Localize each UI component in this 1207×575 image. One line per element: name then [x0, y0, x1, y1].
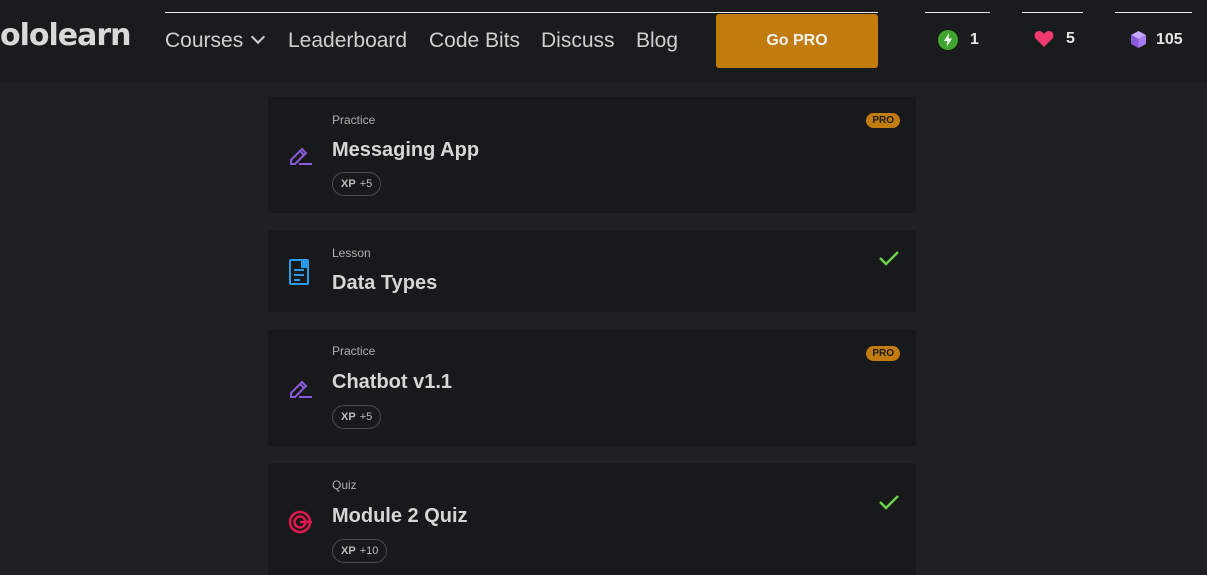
checkmark-icon	[879, 251, 899, 266]
go-pro-button[interactable]: Go PRO	[716, 14, 878, 68]
xp-label: XP	[341, 545, 356, 557]
card-kind: Lesson	[332, 246, 371, 260]
xp-badge: XP +10	[332, 539, 388, 563]
heart-icon	[1034, 31, 1054, 47]
card-kind: Practice	[332, 113, 376, 127]
header-divider	[1022, 12, 1083, 13]
xp-value: +5	[359, 411, 373, 423]
lesson-card-module-2-quiz[interactable]: Quiz Module 2 Quiz XP +10	[268, 463, 916, 575]
nav-leaderboard[interactable]: Leaderboard	[288, 29, 407, 53]
xp-badge: XP +5	[332, 172, 382, 196]
nav-courses-label: Courses	[165, 29, 244, 52]
card-title: Messaging App	[332, 139, 480, 161]
xp-badge: XP +5	[332, 405, 382, 429]
card-kind: Practice	[332, 344, 376, 358]
lesson-card-data-types[interactable]: Lesson Data Types	[268, 230, 916, 312]
nav-courses[interactable]: Courses	[165, 29, 266, 53]
nav-blog[interactable]: Blog	[636, 29, 678, 53]
card-kind: Quiz	[332, 478, 357, 492]
header-divider	[925, 12, 990, 13]
header-divider	[1115, 12, 1192, 13]
nav-discuss[interactable]: Discuss	[541, 29, 615, 53]
card-title: Data Types	[332, 272, 438, 294]
target-icon	[288, 510, 312, 534]
lesson-card-chatbot[interactable]: Practice PRO Chatbot v1.1 XP +5	[268, 330, 916, 446]
pro-badge: PRO	[866, 346, 900, 361]
chevron-down-icon	[251, 29, 266, 45]
header-divider	[165, 12, 878, 13]
xp-value: +10	[359, 545, 379, 557]
xp-label: XP	[341, 178, 356, 190]
card-title: Chatbot v1.1	[332, 371, 453, 393]
card-title: Module 2 Quiz	[332, 505, 468, 527]
streak-counter[interactable]: 1	[938, 30, 979, 50]
pro-badge: PRO	[866, 113, 900, 128]
hearts-counter[interactable]: 5	[1034, 30, 1075, 48]
nav-code-bits[interactable]: Code Bits	[429, 29, 520, 53]
bits-counter[interactable]: 105	[1130, 30, 1183, 49]
top-navigation-bar: ololearn Courses Leaderboard Code Bits D…	[0, 0, 1207, 82]
checkmark-icon	[879, 495, 899, 510]
lightning-icon	[938, 30, 958, 50]
xp-value: +5	[359, 178, 373, 190]
lesson-card-messaging-app[interactable]: Practice PRO Messaging App XP +5	[268, 97, 916, 213]
pencil-icon	[290, 147, 312, 165]
hearts-count: 5	[1066, 30, 1075, 47]
streak-count: 1	[970, 31, 979, 48]
logo[interactable]: ololearn	[0, 18, 132, 53]
pencil-icon	[290, 380, 312, 398]
document-icon	[289, 259, 309, 285]
xp-label: XP	[341, 411, 356, 423]
cube-icon	[1131, 31, 1146, 48]
bits-count: 105	[1156, 30, 1183, 48]
